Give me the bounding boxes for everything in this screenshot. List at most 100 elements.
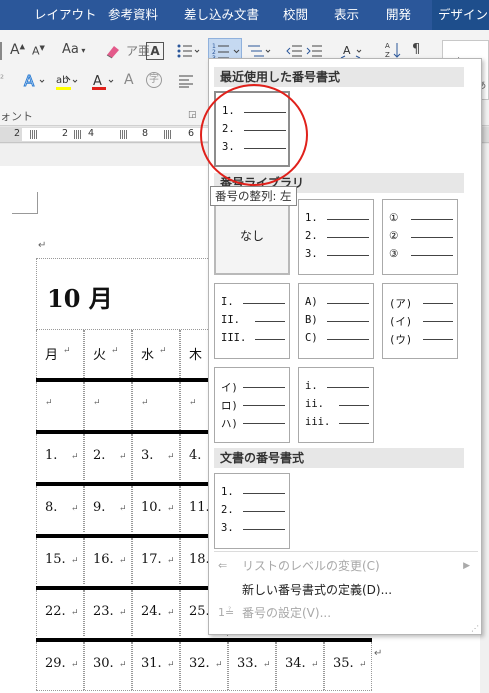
weekday-cell[interactable]: 月 ↵ [36, 330, 84, 378]
date-cell[interactable]: 15. ↵ [36, 538, 84, 584]
grow-font-button[interactable]: A▲ [10, 42, 25, 58]
empty-cell[interactable]: ↵ [36, 382, 84, 430]
date-cell[interactable]: 29. ↵ [36, 642, 84, 690]
list-line [243, 493, 285, 494]
list-line [243, 511, 285, 512]
shrink-font-button[interactable]: A▼ [32, 44, 45, 58]
list-line [255, 321, 285, 322]
number-label: 3. [305, 248, 318, 260]
list-line [327, 387, 369, 388]
number-label: C) [305, 332, 318, 344]
list-level-icon: ⇐ [218, 559, 228, 572]
numbering-none-option[interactable]: なし [214, 199, 290, 275]
font-group-label: ォント [0, 110, 33, 123]
date-cell[interactable]: 9. ↵ [84, 486, 132, 532]
date-cell[interactable]: 30. ↵ [84, 642, 132, 690]
tab-references[interactable]: 参考資料 [108, 0, 158, 30]
number-label: ① [389, 212, 399, 224]
list-line [411, 237, 453, 238]
enclose-characters-icon[interactable]: 字 [146, 72, 162, 88]
number-label: (ア) [389, 298, 413, 310]
number-label: 2. [221, 504, 234, 516]
date-cell[interactable]: 2. ↵ [84, 434, 132, 480]
tab-view[interactable]: 表示 [334, 0, 359, 30]
number-label: ロ) [221, 400, 238, 412]
document-number-format[interactable]: 1. 2. 3. [214, 473, 290, 549]
date-cell[interactable]: 10. ↵ [132, 486, 180, 532]
tab-mailings[interactable]: 差し込み文書 [184, 0, 259, 30]
row-end-mark: ↵ [374, 648, 383, 659]
empty-cell[interactable]: ↵ [84, 382, 132, 430]
enclosed-character-icon[interactable]: A [146, 42, 164, 60]
list-line [423, 339, 453, 340]
date-cell[interactable]: 8. ↵ [36, 486, 84, 532]
sort-icon[interactable]: AZ [384, 40, 402, 60]
align-left-icon[interactable] [178, 74, 194, 88]
date-cell[interactable]: 17. ↵ [132, 538, 180, 584]
tab-stop-marker[interactable] [164, 130, 172, 139]
tab-developer[interactable]: 開発 [386, 0, 411, 30]
change-list-level-item[interactable]: ⇐ リストのレベルの変更(C) ▶ [214, 555, 478, 577]
tab-design[interactable]: デザイン [432, 0, 489, 30]
number-label: i. [305, 380, 318, 392]
date-cell[interactable]: 31. ↵ [132, 642, 180, 690]
tab-stop-marker[interactable] [30, 130, 38, 139]
highlight-color-icon[interactable]: ab [54, 72, 80, 92]
list-line [339, 405, 369, 406]
library-number-format[interactable]: ① ② ③ [382, 199, 458, 275]
number-label: ii. [305, 398, 324, 410]
date-cell[interactable]: 24. ↵ [132, 590, 180, 636]
change-case-button[interactable]: Aa ▾ [62, 42, 85, 57]
number-label: I. [221, 296, 234, 308]
date-cell[interactable]: 34. ↵ [276, 642, 324, 690]
list-line [423, 321, 453, 322]
superscript-icon[interactable]: ² [0, 74, 4, 85]
list-line [327, 237, 369, 238]
list-line [243, 529, 285, 530]
svg-text:A: A [343, 44, 351, 57]
number-label: (ウ) [389, 334, 413, 346]
font-dialog-launcher[interactable]: ◲ [188, 110, 197, 120]
tab-stop-marker[interactable] [74, 130, 82, 139]
date-cell[interactable]: 3. ↵ [132, 434, 180, 480]
library-number-format[interactable]: イ) ロ) ハ) [214, 367, 290, 443]
tab-review[interactable]: 校閲 [283, 0, 308, 30]
library-number-format[interactable]: I. II. III. [214, 283, 290, 359]
tab-layout[interactable]: レイアウト [34, 0, 97, 30]
bullets-icon[interactable] [176, 42, 200, 60]
library-number-format[interactable]: i. ii. iii. [298, 367, 374, 443]
date-cell[interactable]: 35. ↵ [324, 642, 372, 690]
library-number-format[interactable]: 1. 2. 3. [298, 199, 374, 275]
number-label: iii. [305, 416, 331, 428]
list-line [339, 423, 369, 424]
date-cell[interactable]: 22. ↵ [36, 590, 84, 636]
number-label: B) [305, 314, 318, 326]
date-cell[interactable]: 32. ↵ [180, 642, 228, 690]
number-label: ハ) [221, 418, 238, 430]
library-number-format[interactable]: A) B) C) [298, 283, 374, 359]
number-label: III. [221, 332, 247, 344]
date-cell[interactable]: 1. ↵ [36, 434, 84, 480]
date-cell[interactable]: 23. ↵ [84, 590, 132, 636]
number-label: ② [389, 230, 399, 242]
paragraph-mark-icon[interactable]: ¶ [412, 42, 420, 57]
clear-formatting-icon[interactable] [104, 42, 122, 60]
date-cell[interactable]: 16. ↵ [84, 538, 132, 584]
list-line [327, 219, 369, 220]
set-numbering-value-item[interactable]: 1≟ 番号の設定(V)... [214, 602, 478, 624]
weekday-cell[interactable]: 火 ↵ [84, 330, 132, 378]
table-bottom-border [36, 690, 372, 691]
text-effects-icon[interactable]: A [22, 72, 48, 90]
define-new-format-item[interactable]: 新しい番号書式の定義(D)... [214, 579, 478, 601]
date-cell[interactable]: 33. ↵ [228, 642, 276, 690]
list-line [411, 255, 453, 256]
number-label: 3. [221, 522, 234, 534]
library-number-format[interactable]: (ア) (イ) (ウ) [382, 283, 458, 359]
weekday-cell[interactable]: 水 ↵ [132, 330, 180, 378]
empty-cell[interactable]: ↵ [132, 382, 180, 430]
character-shading-icon[interactable]: A [124, 72, 134, 88]
font-color-icon[interactable]: A [90, 72, 116, 92]
tab-stop-marker[interactable] [120, 130, 128, 139]
resize-grip-icon[interactable]: ⋰ [471, 624, 479, 633]
ruler-tick: 2 [14, 128, 21, 139]
